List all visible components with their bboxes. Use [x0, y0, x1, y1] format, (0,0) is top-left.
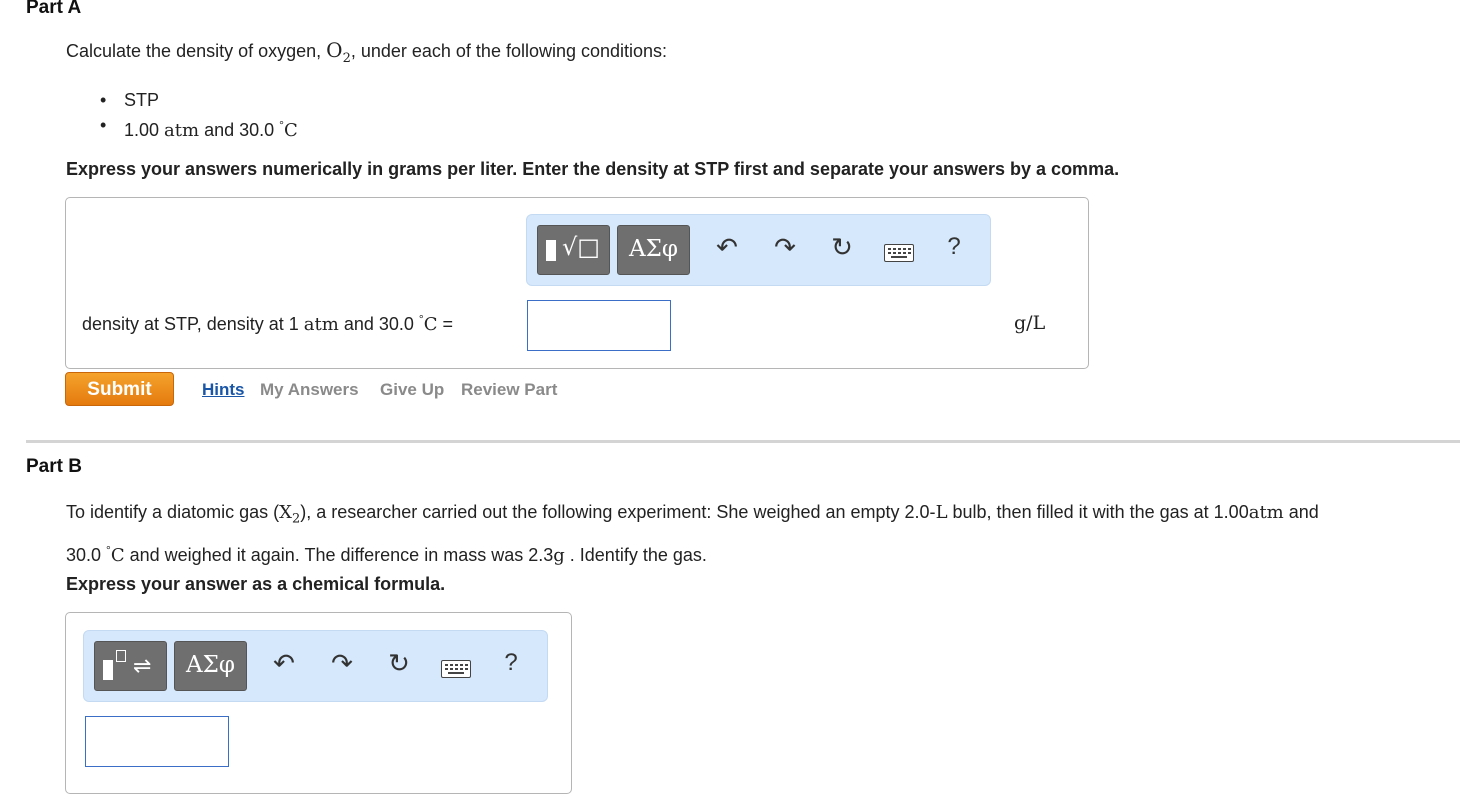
template-block-icon	[103, 660, 113, 680]
part-a-answer-box: √□ ΑΣφ ↶ ↷ ↻ ? density at STP, density a…	[65, 197, 1089, 369]
part-b-instruction: Express your answer as a chemical formul…	[66, 574, 446, 594]
greek-symbols-button[interactable]: ΑΣφ	[174, 641, 247, 691]
chem-templates-button[interactable]: ⇌	[94, 641, 167, 691]
redo-icon[interactable]: ↷	[769, 232, 801, 263]
formula-answer-input[interactable]	[85, 716, 229, 767]
part-b-title: Part B	[26, 456, 82, 477]
my-answers-link[interactable]: My Answers	[260, 380, 359, 400]
part-b-answer-box: ⇌ ΑΣφ ↶ ↷ ↻ ?	[65, 612, 572, 794]
greek-symbols-button[interactable]: ΑΣφ	[617, 225, 690, 275]
section-divider	[26, 440, 1460, 443]
unit-label: g/L	[1014, 312, 1046, 334]
undo-icon[interactable]: ↶	[268, 648, 300, 679]
answer-label: density at STP, density at 1 atm and 30.…	[82, 312, 454, 335]
keyboard-icon[interactable]	[441, 660, 471, 678]
redo-icon[interactable]: ↷	[326, 648, 358, 679]
part-b-prompt: To identify a diatomic gas (X2), a resea…	[66, 502, 1319, 566]
density-answer-input[interactable]	[527, 300, 671, 351]
part-a-title: Part A	[26, 0, 82, 18]
formula-o2: O2	[326, 38, 351, 66]
submit-button[interactable]: Submit	[65, 372, 174, 406]
conditions-list: STP 1.00 atm and 30.0 °C	[100, 88, 298, 141]
sqrt-icon: √□	[562, 233, 600, 261]
reset-icon[interactable]: ↻	[383, 648, 415, 679]
part-a-prompt: Calculate the density of oxygen, O2, und…	[66, 38, 668, 66]
help-icon[interactable]: ?	[498, 649, 524, 677]
part-a-instruction: Express your answers numerically in gram…	[66, 159, 1120, 179]
reset-icon[interactable]: ↻	[826, 232, 858, 263]
help-icon[interactable]: ?	[941, 233, 967, 261]
math-toolbar: √□ ΑΣφ ↶ ↷ ↻ ?	[526, 214, 991, 286]
give-up-link[interactable]: Give Up	[380, 380, 444, 400]
template-block-icon	[546, 240, 556, 261]
templates-button[interactable]: √□	[537, 225, 610, 275]
hints-link[interactable]: Hints	[202, 380, 245, 400]
keyboard-icon[interactable]	[884, 244, 914, 262]
list-item: 1.00 atm and 30.0 °C	[100, 113, 298, 141]
equilibrium-arrow-icon: ⇌	[133, 654, 152, 679]
superscript-box-icon	[116, 650, 126, 662]
chem-toolbar: ⇌ ΑΣφ ↶ ↷ ↻ ?	[83, 630, 548, 702]
undo-icon[interactable]: ↶	[711, 232, 743, 263]
list-item: STP	[100, 88, 298, 113]
prompt-text: Calculate the density of oxygen,	[66, 41, 327, 61]
review-part-link[interactable]: Review Part	[461, 380, 557, 400]
